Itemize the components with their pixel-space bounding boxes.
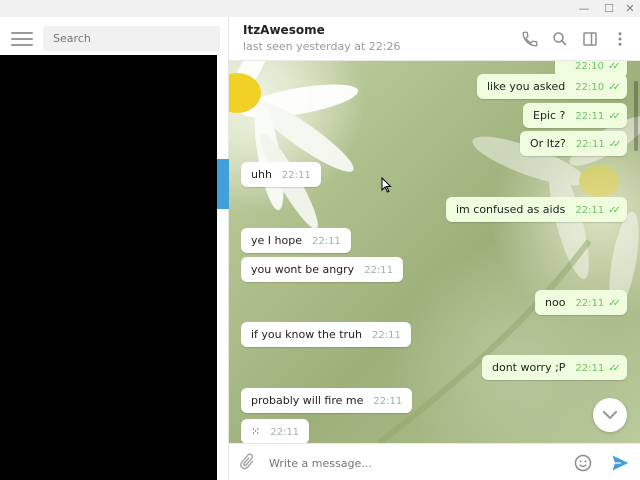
incoming-message[interactable]: ⁙ 22:11 — [241, 419, 310, 443]
message-time: 22:11 — [575, 298, 605, 309]
scrollbar[interactable] — [634, 81, 638, 151]
read-checkmarks-icon: ✓✓ — [608, 111, 621, 122]
outgoing-message[interactable]: im confused as aids 22:11 ✓✓ — [446, 197, 627, 222]
message-history[interactable]: 22:10 ✓✓ like you asked 22:10 ✓✓ Epic ? 22:11 ✓… — [229, 61, 640, 443]
send-icon[interactable] — [609, 453, 631, 473]
outgoing-message[interactable]: dont worry ;P 22:11 ✓✓ — [482, 355, 628, 380]
message-time: 22:11 — [575, 363, 605, 374]
read-checkmarks-icon: ✓✓ — [608, 139, 622, 150]
message-text: if you know the truh — [251, 328, 363, 341]
chevron-down-icon — [602, 410, 618, 420]
outgoing-message[interactable]: like you asked 22:10 ✓✓ — [477, 74, 627, 99]
message-text: probably will fire me — [251, 394, 364, 407]
message-time: 22:11 — [575, 111, 605, 122]
chat-title[interactable]: ItzAwesome — [243, 23, 325, 37]
chat-list-edge — [217, 55, 229, 480]
chat-status: last seen yesterday at 22:26 — [243, 40, 401, 53]
emoji-icon[interactable] — [573, 453, 593, 473]
outgoing-message[interactable]: noo 22:11 ✓✓ — [535, 290, 628, 315]
message-time: 22:11 — [373, 396, 403, 407]
more-vert-icon[interactable] — [611, 30, 629, 48]
incoming-message[interactable]: uhh 22:11 — [241, 162, 321, 187]
message-input[interactable] — [269, 452, 559, 474]
read-checkmarks-icon: ✓✓ — [608, 363, 621, 374]
incoming-message[interactable]: probably will fire me 22:11 — [241, 388, 413, 413]
message-time: 22:11 — [281, 170, 311, 181]
message-text: ye I hope — [251, 234, 302, 247]
hamburger-menu-icon[interactable] — [11, 32, 33, 46]
incoming-message[interactable]: if you know the truh 22:11 — [241, 322, 411, 347]
phone-icon[interactable] — [521, 30, 539, 48]
message-text: uhh — [251, 168, 272, 181]
message-time: 22:11 — [270, 427, 300, 438]
search-input[interactable] — [43, 26, 220, 51]
minimize-icon[interactable]: — — [573, 0, 595, 17]
paperclip-icon[interactable] — [237, 452, 257, 472]
message-text: im confused as aids — [456, 203, 566, 216]
scroll-to-bottom-button[interactable] — [593, 398, 627, 432]
search-icon[interactable] — [551, 30, 569, 48]
message-text: like you asked — [487, 80, 566, 93]
message-text: ⁙ — [251, 425, 261, 438]
read-checkmarks-icon: ✓✓ — [608, 205, 621, 216]
read-checkmarks-icon: ✓✓ — [608, 298, 621, 309]
incoming-message[interactable]: ye I hope 22:11 — [241, 228, 351, 253]
maximize-icon[interactable]: ☐ — [598, 0, 620, 17]
message-text: Or Itz? — [530, 137, 566, 150]
message-time: 22:11 — [372, 330, 401, 341]
sidebar-toggle-icon[interactable] — [581, 30, 599, 48]
message-time: 22:11 — [575, 205, 605, 216]
message-time: 22:11 — [364, 265, 394, 276]
message-time: 22:11 — [311, 236, 341, 247]
message-text: you wont be angry — [251, 263, 355, 276]
message-text: noo — [545, 296, 566, 309]
message-time: 22:11 — [575, 139, 605, 150]
close-icon[interactable]: ✕ — [619, 0, 640, 17]
message-text: dont worry ;P — [492, 361, 566, 374]
sidebar — [0, 17, 229, 480]
read-checkmarks-icon: ✓✓ — [608, 82, 621, 93]
message-text: Epic ? — [533, 109, 566, 122]
chat-header: ItzAwesome last seen yesterday at 22:26 — [229, 17, 640, 61]
incoming-message[interactable]: you wont be angry 22:11 — [241, 257, 404, 282]
composer — [229, 443, 640, 480]
window-titlebar: — ☐ ✕ — [0, 0, 640, 17]
outgoing-message[interactable]: Epic ? 22:11 ✓✓ — [523, 103, 627, 128]
message-time: 22:10 — [575, 61, 604, 72]
message-time: 22:10 — [575, 82, 605, 93]
outgoing-message[interactable]: Or Itz? 22:11 ✓✓ — [520, 131, 628, 156]
redacted-chat-list — [0, 55, 217, 480]
